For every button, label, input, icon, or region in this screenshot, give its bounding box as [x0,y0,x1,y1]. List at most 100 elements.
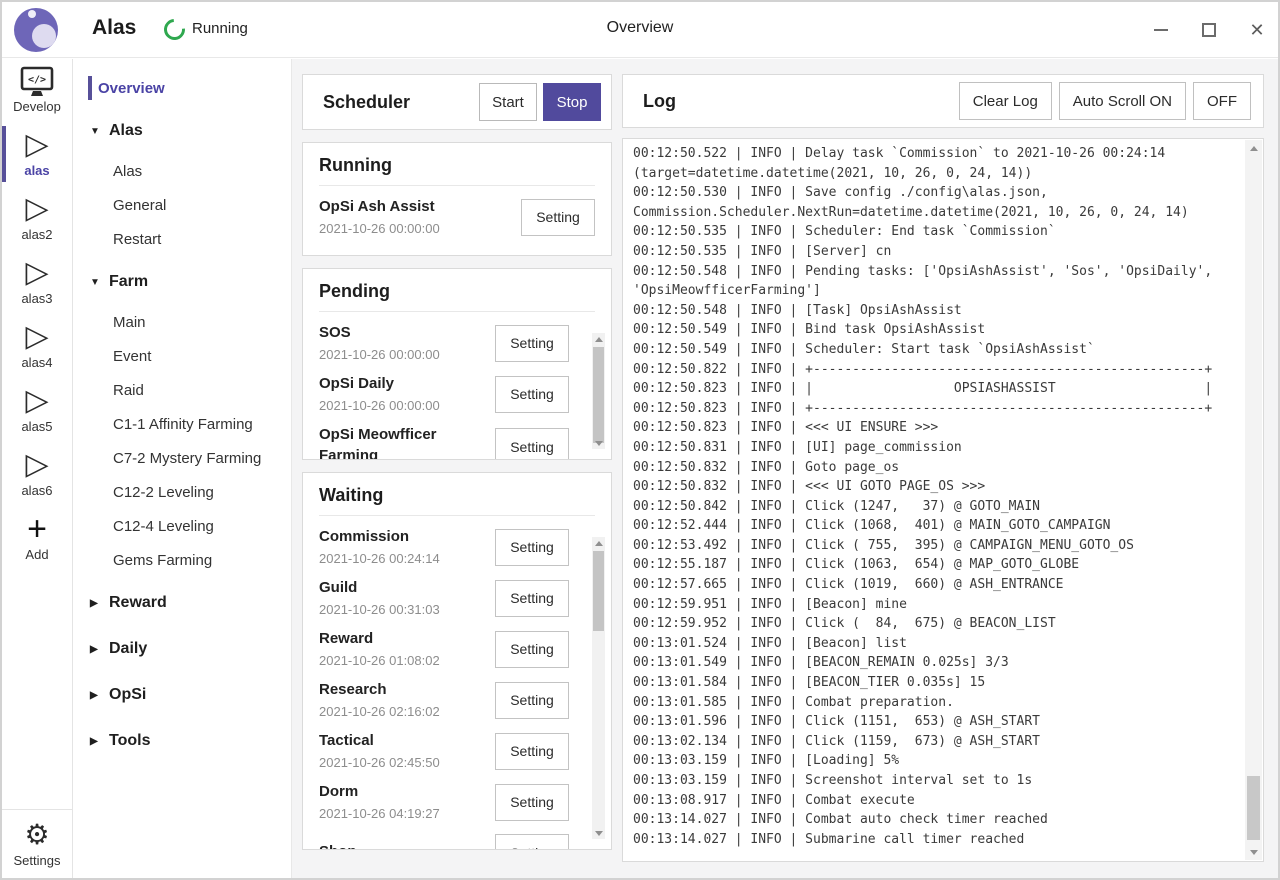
setting-button[interactable]: Setting [495,682,569,719]
log-line: 00:12:50.832 | INFO | <<< UI GOTO PAGE_O… [633,477,1237,497]
nav-item[interactable]: C1-1 Affinity Farming [74,407,291,441]
titlebar: Alas Running Overview ✕ [2,2,1278,58]
nav-item[interactable]: C12-2 Leveling [74,475,291,509]
close-button[interactable]: ✕ [1246,19,1268,41]
nav-item[interactable]: ▶ Daily [74,629,291,669]
setting-button[interactable]: Setting [495,580,569,617]
setting-button[interactable]: Setting [495,733,569,770]
scheduler-column: Scheduler Start Stop Running OpSi Ash As… [302,74,612,862]
log-output: 00:12:50.522 | INFO | Delay task `Commis… [633,144,1237,857]
nav-item-label: Daily [109,640,147,658]
log-line: 00:12:50.832 | INFO | Goto page_os [633,458,1237,478]
waiting-task-list: Commission 2021-10-26 00:24:14 Setting G… [319,526,569,850]
nav-item[interactable]: Main [74,305,291,339]
nav-item[interactable]: ▶ Tools [74,721,291,761]
waiting-scrollbar[interactable] [592,537,605,839]
rail-item-develop[interactable]: </> Develop [2,59,72,122]
pending-task-list: SOS 2021-10-26 00:00:00 Setting OpSi Dai… [319,322,569,460]
stop-button[interactable]: Stop [543,83,601,121]
rail-item-settings[interactable]: ⚙ Settings [2,809,72,878]
rail-item-alas6[interactable]: ▷ alas6 [2,442,72,506]
scroll-down-icon[interactable] [592,437,605,449]
rail-item-alas5[interactable]: ▷ alas5 [2,378,72,442]
log-line: 00:12:50.522 | INFO | Delay task `Commis… [633,144,1237,183]
nav-item[interactable]: Overview [74,71,291,105]
play-icon: ▷ [2,192,72,226]
task-next-run: 2021-10-26 00:00:00 [319,346,489,364]
nav-item[interactable]: ▶ OpSi [74,675,291,715]
scroll-down-icon[interactable] [592,827,605,839]
log-line: 00:12:50.842 | INFO | Click (1247, 37) @… [633,497,1237,517]
nav-item[interactable]: ▼ Alas [74,111,291,151]
develop-icon: </> [18,65,56,98]
scroll-up-icon[interactable] [592,537,605,549]
scroll-up-icon[interactable] [1245,140,1262,156]
nav-item[interactable]: ▶ Reward [74,583,291,623]
autoscroll-on-button[interactable]: Auto Scroll ON [1059,82,1186,120]
log-panel: 00:12:50.522 | INFO | Delay task `Commis… [622,138,1264,862]
scroll-down-icon[interactable] [1245,844,1262,860]
task-name: Shop [319,841,489,851]
nav-item[interactable]: Event [74,339,291,373]
page-title: Overview [2,19,1278,37]
rail-item-alas2[interactable]: ▷ alas2 [2,186,72,250]
start-button[interactable]: Start [479,83,537,121]
scrollbar-thumb[interactable] [593,347,604,443]
log-line: 00:12:50.823 | INFO | <<< UI ENSURE >>> [633,418,1237,438]
nav-item-label: C1-1 Affinity Farming [113,416,253,433]
chevron-icon: ▼ [90,126,109,137]
scrollbar-thumb[interactable] [1247,776,1260,840]
setting-button[interactable]: Setting [495,784,569,821]
clear-log-button[interactable]: Clear Log [959,82,1052,120]
nav-item-label: General [113,197,166,214]
nav-item[interactable]: C12-4 Leveling [74,509,291,543]
nav-item-label: Restart [113,231,161,248]
rail-item-alas3[interactable]: ▷ alas3 [2,250,72,314]
nav-item-label: Alas [109,122,143,140]
maximize-button[interactable] [1198,19,1220,41]
setting-button[interactable]: Setting [495,529,569,566]
log-line: 00:13:01.584 | INFO | [BEACON_TIER 0.035… [633,673,1237,693]
scroll-up-icon[interactable] [592,333,605,345]
pending-scrollbar[interactable] [592,333,605,449]
setting-button[interactable]: Setting [495,428,569,460]
log-column: Log Clear Log Auto Scroll ON OFF 00:12:5… [622,74,1264,862]
svg-text:</>: </> [28,75,46,86]
nav-item-label: OpSi [109,686,146,704]
nav-item[interactable]: Alas [74,154,291,188]
add-instance-button[interactable]: + Add [2,506,72,570]
nav-item[interactable]: ▼ Farm [74,262,291,302]
running-title: Running [319,155,595,176]
scrollbar-thumb[interactable] [593,551,604,631]
task-name: OpSi Daily [319,373,489,394]
play-icon: ▷ [2,256,72,290]
setting-button[interactable]: Setting [521,199,595,236]
autoscroll-off-button[interactable]: OFF [1193,82,1251,120]
setting-button[interactable]: Setting [495,834,569,850]
rail-item-alas4[interactable]: ▷ alas4 [2,314,72,378]
setting-button[interactable]: Setting [495,376,569,413]
setting-button[interactable]: Setting [495,631,569,668]
play-icon: ▷ [2,320,72,354]
setting-button[interactable]: Setting [495,325,569,362]
task-row: SOS 2021-10-26 00:00:00 Setting [319,322,569,364]
log-scrollbar[interactable] [1245,140,1262,860]
log-line: 00:12:50.530 | INFO | Save config ./conf… [633,183,1237,222]
rail-item-alas[interactable]: ▷ alas [2,122,72,186]
nav-item-label: Main [113,314,146,331]
log-line: 00:13:01.596 | INFO | Click (1151, 653) … [633,712,1237,732]
minimize-button[interactable] [1150,19,1172,41]
log-line: 00:12:50.549 | INFO | Scheduler: Start t… [633,340,1237,360]
task-next-run: 2021-10-26 00:00:00 [319,397,489,415]
nav-item[interactable]: Gems Farming [74,543,291,577]
task-row: OpSi Meowfficer Farming Setting [319,424,569,460]
task-name: OpSi Ash Assist [319,196,515,217]
nav-item[interactable]: Raid [74,373,291,407]
nav-item[interactable]: Restart [74,222,291,256]
nav-item[interactable]: General [74,188,291,222]
nav-item-label: Farm [109,273,148,291]
task-name: Guild [319,577,489,598]
nav-item-label: C7-2 Mystery Farming [113,450,261,467]
nav-item[interactable]: C7-2 Mystery Farming [74,441,291,475]
log-line: 00:13:01.549 | INFO | [BEACON_REMAIN 0.0… [633,653,1237,673]
